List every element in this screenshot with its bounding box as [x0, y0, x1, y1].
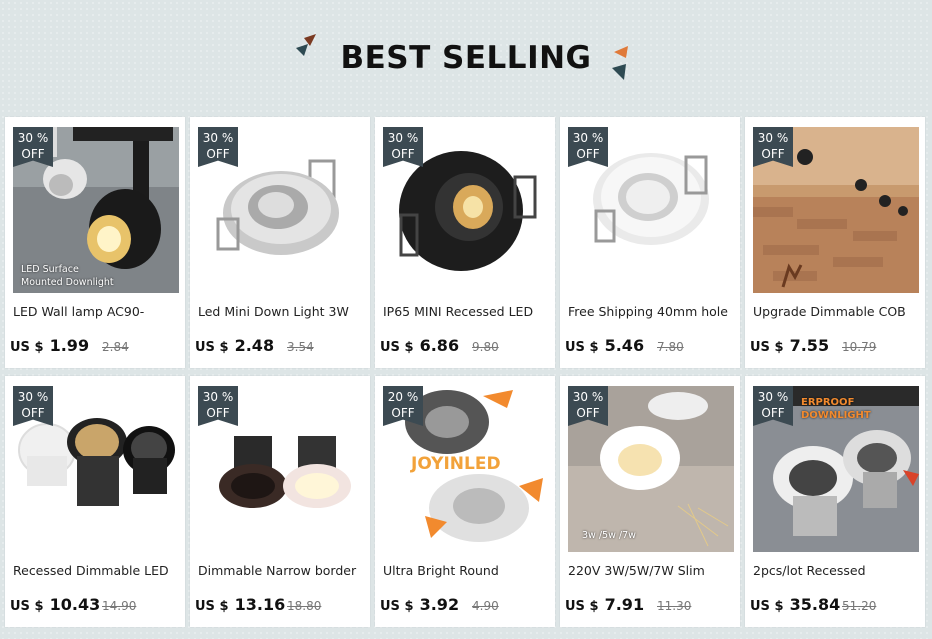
product-card[interactable]: 30 % OFF 3w /5w /7w 220V 3W/5W/7W Slim U… [560, 376, 740, 627]
product-name[interactable]: IP65 MINI Recessed LED [383, 304, 551, 319]
product-image[interactable]: 30 % OFF [383, 127, 549, 293]
discount-off-label: OFF [391, 406, 415, 420]
discount-off-label: OFF [576, 406, 600, 420]
product-card[interactable]: 30 % OFF Free Shipping 40mm hole US $ 5.… [560, 117, 740, 368]
product-name[interactable]: 220V 3W/5W/7W Slim [568, 563, 736, 578]
price-value: 10.43 [49, 595, 101, 614]
discount-percent: 30 % [387, 131, 419, 145]
discount-off-label: OFF [391, 147, 415, 161]
discount-percent: 30 % [17, 390, 49, 404]
discount-percent: 30 % [572, 390, 604, 404]
discount-percent: 30 % [757, 390, 789, 404]
product-image[interactable]: 30 % OFF 3w /5w /7w [568, 386, 734, 552]
section-header: BEST SELLING [0, 0, 932, 118]
product-card[interactable]: 30 % OFF Dimmable Narrow border US $ 13.… [190, 376, 370, 627]
product-name[interactable]: Upgrade Dimmable COB [753, 304, 921, 319]
product-name[interactable]: Ultra Bright Round [383, 563, 551, 578]
product-price: US $ 1.99 [10, 336, 89, 355]
discount-percent: 30 % [572, 131, 604, 145]
image-caption: 3w /5w /7w [582, 530, 636, 541]
discount-percent: 30 % [17, 131, 49, 145]
product-image[interactable]: 30 % OFF [198, 127, 364, 293]
product-image[interactable]: 20 % OFF JOYINLED [383, 386, 549, 552]
product-card[interactable]: 30 % OFF LED Surface Mounted Downlight L… [5, 117, 185, 368]
currency-label: US $ [380, 599, 414, 614]
product-card[interactable]: 20 % OFF JOYINLED Ultra Bright Round US … [375, 376, 555, 627]
currency-label: US $ [565, 599, 599, 614]
price-value: 5.46 [604, 336, 645, 355]
page-title: BEST SELLING [340, 40, 592, 76]
discount-percent: 20 % [387, 390, 419, 404]
product-image[interactable]: 30 % OFF [198, 386, 364, 552]
image-caption: ERPROOF DOWNLIGHT [801, 397, 871, 421]
product-card[interactable]: 30 % OFF IP65 MINI Recessed LED US $ 6.8… [375, 117, 555, 368]
product-grid: 30 % OFF LED Surface Mounted Downlight L… [5, 117, 925, 627]
original-price: 11.30 [657, 599, 692, 613]
product-price: US $ 7.55 [750, 336, 829, 355]
currency-label: US $ [195, 340, 229, 355]
discount-off-label: OFF [761, 406, 785, 420]
original-price: 4.90 [472, 599, 499, 613]
currency-label: US $ [565, 340, 599, 355]
original-price: 9.80 [472, 340, 499, 354]
original-price: 7.80 [657, 340, 684, 354]
currency-label: US $ [10, 340, 44, 355]
discount-off-label: OFF [21, 406, 45, 420]
product-image[interactable]: 30 % OFF LED Surface Mounted Downlight [13, 127, 179, 293]
discount-off-label: OFF [206, 406, 230, 420]
discount-off-label: OFF [761, 147, 785, 161]
product-price: US $ 35.84 [750, 595, 840, 614]
currency-label: US $ [750, 599, 784, 614]
product-name[interactable]: LED Wall lamp AC90- [13, 304, 181, 319]
product-image[interactable]: 30 % OFF ERPROOF DOWNLIGHT [753, 386, 919, 552]
currency-label: US $ [750, 340, 784, 355]
product-card[interactable]: 30 % OFF ERPROOF DOWNLIGHT 2pcs/lot Rece… [745, 376, 925, 627]
discount-percent: 30 % [202, 390, 234, 404]
product-price: US $ 7.91 [565, 595, 644, 614]
discount-percent: 30 % [202, 131, 234, 145]
product-card[interactable]: 30 % OFF Upgrade Dimmable COB US $ 7.55 … [745, 117, 925, 368]
discount-off-label: OFF [206, 147, 230, 161]
product-name[interactable]: Free Shipping 40mm hole [568, 304, 736, 319]
price-value: 7.91 [604, 595, 645, 614]
product-name[interactable]: 2pcs/lot Recessed [753, 563, 921, 578]
product-name[interactable]: Recessed Dimmable LED [13, 563, 181, 578]
product-image[interactable]: 30 % OFF [13, 386, 179, 552]
discount-off-label: OFF [576, 147, 600, 161]
product-image[interactable]: 30 % OFF [568, 127, 734, 293]
image-caption: JOYINLED [411, 454, 501, 474]
price-value: 13.16 [234, 595, 286, 614]
currency-label: US $ [10, 599, 44, 614]
original-price: 2.84 [102, 340, 129, 354]
product-price: US $ 2.48 [195, 336, 274, 355]
price-value: 1.99 [49, 336, 90, 355]
currency-label: US $ [380, 340, 414, 355]
price-value: 2.48 [234, 336, 275, 355]
product-name[interactable]: Led Mini Down Light 3W [198, 304, 366, 319]
product-image[interactable]: 30 % OFF [753, 127, 919, 293]
image-caption: LED Surface Mounted Downlight [21, 264, 114, 288]
price-value: 6.86 [419, 336, 460, 355]
original-price: 14.90 [102, 599, 137, 613]
price-value: 35.84 [789, 595, 841, 614]
original-price: 51.20 [842, 599, 877, 613]
product-name[interactable]: Dimmable Narrow border [198, 563, 366, 578]
product-price: US $ 6.86 [380, 336, 459, 355]
product-price: US $ 10.43 [10, 595, 100, 614]
currency-label: US $ [195, 599, 229, 614]
discount-percent: 30 % [757, 131, 789, 145]
price-value: 7.55 [789, 336, 830, 355]
right-decoration-icon [612, 46, 628, 80]
discount-off-label: OFF [21, 147, 45, 161]
product-card[interactable]: 30 % OFF Recessed Dimmable LED US $ 10.4… [5, 376, 185, 627]
product-price: US $ 3.92 [380, 595, 459, 614]
original-price: 10.79 [842, 340, 877, 354]
original-price: 18.80 [287, 599, 322, 613]
product-card[interactable]: 30 % OFF Led Mini Down Light 3W US $ 2.4… [190, 117, 370, 368]
original-price: 3.54 [287, 340, 314, 354]
price-value: 3.92 [419, 595, 460, 614]
product-price: US $ 13.16 [195, 595, 285, 614]
product-price: US $ 5.46 [565, 336, 644, 355]
